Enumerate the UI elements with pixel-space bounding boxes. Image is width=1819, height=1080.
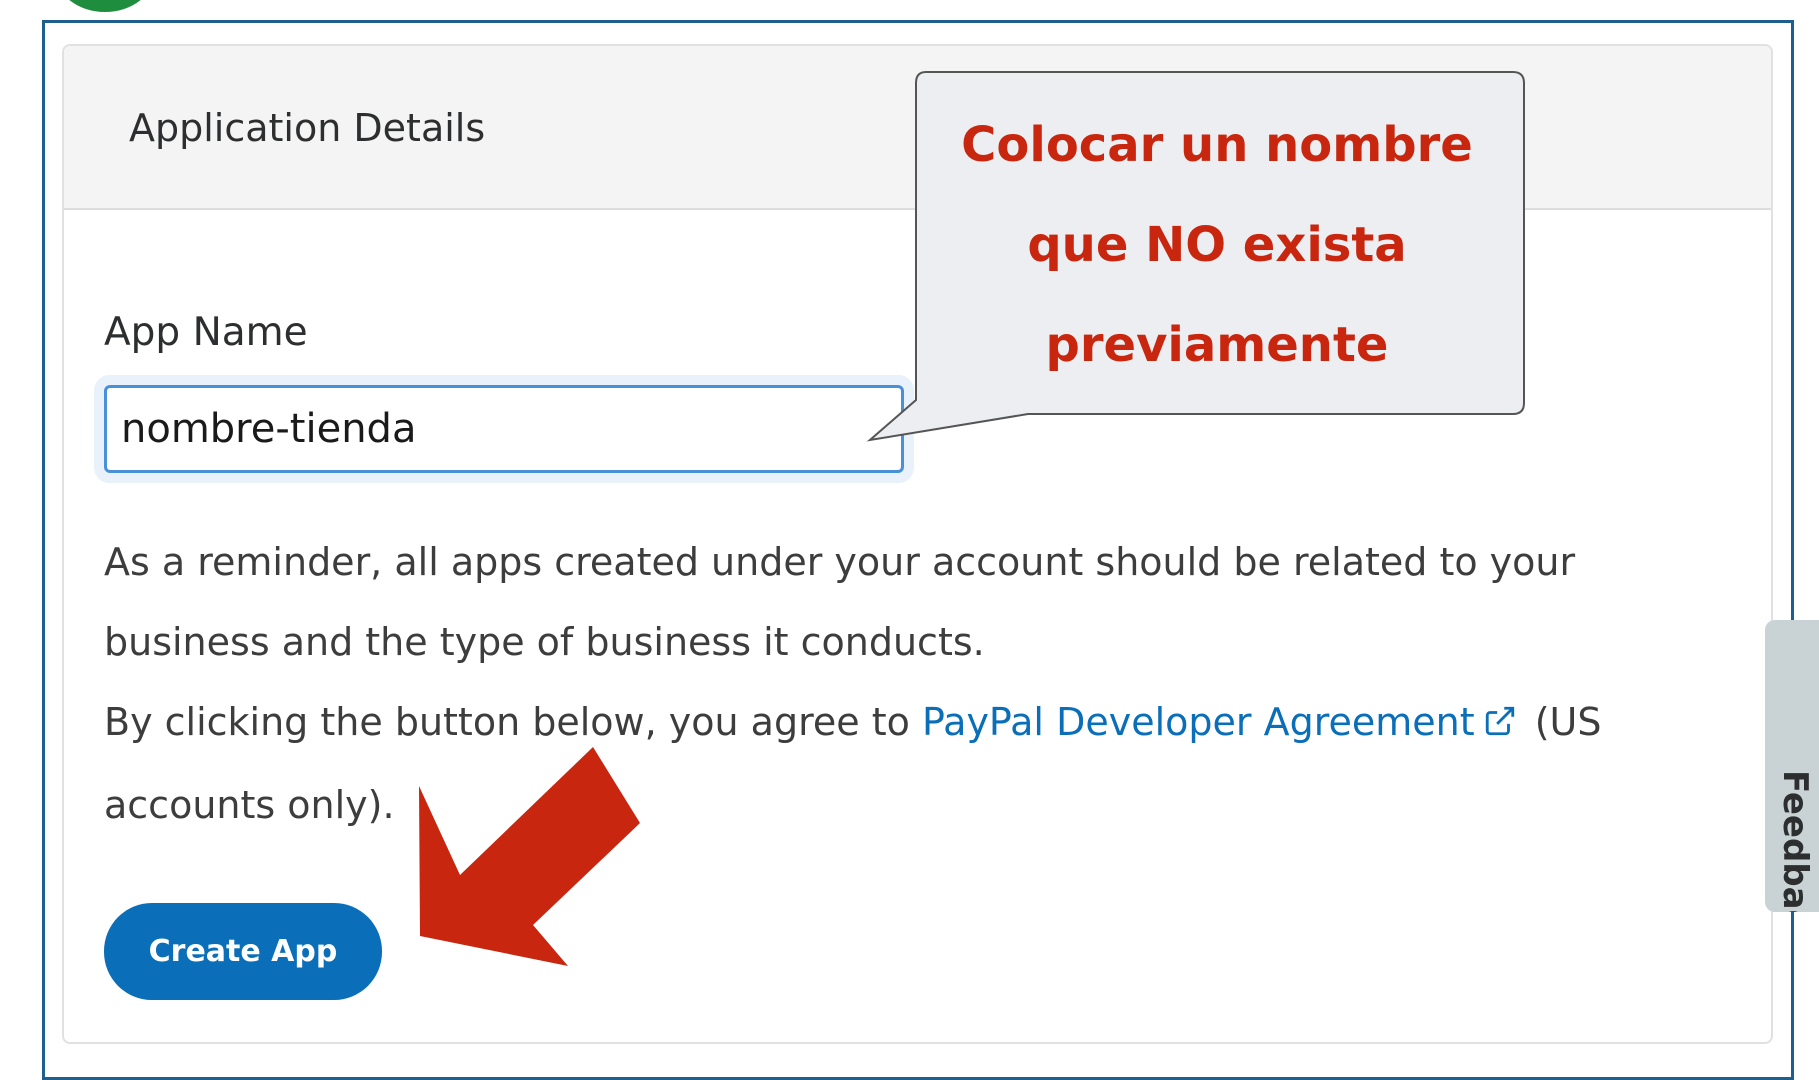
arrow-shape [419, 747, 640, 966]
red-arrow [419, 747, 640, 966]
